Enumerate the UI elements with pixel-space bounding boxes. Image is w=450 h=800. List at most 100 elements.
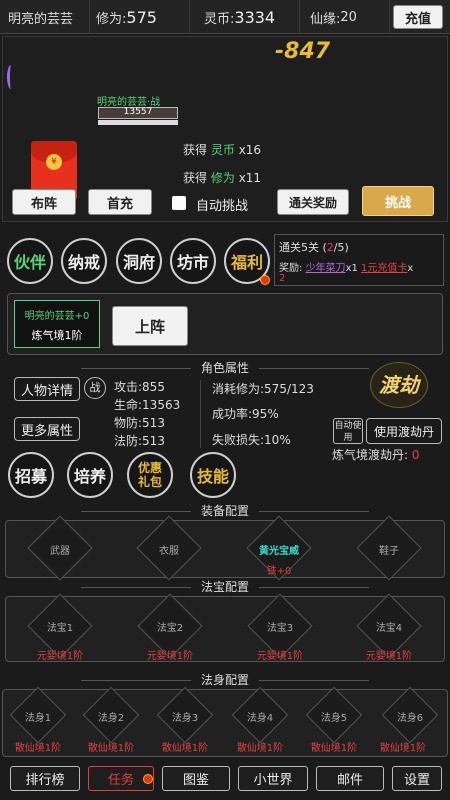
ring-menu-button[interactable]: 纳戒 bbox=[61, 238, 107, 284]
body-slot-label: 法身6 bbox=[396, 713, 424, 724]
deploy-button[interactable]: 上阵 bbox=[112, 306, 188, 346]
small-world-tab[interactable]: 小世界 bbox=[238, 766, 308, 791]
cultivation-value: 575 bbox=[126, 7, 157, 27]
leaderboard-tab[interactable]: 排行榜 bbox=[10, 766, 80, 791]
gift-pack-button[interactable]: 优惠礼包 bbox=[127, 452, 173, 498]
success-rate-stat: 成功率:95% bbox=[212, 407, 279, 421]
coin-stat: 灵币: 3334 bbox=[190, 0, 300, 34]
treasure-requirement: 元婴境1阶 bbox=[36, 651, 84, 662]
magic-def-stat: 法防:513 bbox=[114, 434, 165, 448]
shoes-slot-label: 鞋子 bbox=[379, 546, 399, 557]
treasure-section-title: 法宝配置 bbox=[0, 578, 450, 595]
character-detail-button[interactable]: 人物详情 bbox=[14, 377, 80, 401]
skill-button[interactable]: 技能 bbox=[190, 452, 236, 498]
body-slot-label: 法身4 bbox=[246, 713, 274, 724]
cultivation-label: 修为: bbox=[96, 11, 127, 27]
stat-divider bbox=[200, 380, 201, 448]
mp-bar bbox=[98, 120, 178, 125]
stage-rewards: 奖励: 少年菜刀x1 1元充值卡x bbox=[279, 259, 413, 274]
fate-label: 仙缘: bbox=[310, 11, 341, 27]
tribulation-button[interactable]: 渡劫 bbox=[370, 362, 428, 408]
consume-stat: 消耗修为:575/123 bbox=[212, 382, 314, 396]
codex-tab[interactable]: 图鉴 bbox=[162, 766, 230, 791]
reward-prefix: 获得 bbox=[183, 143, 208, 157]
pill-count: 0 bbox=[411, 448, 420, 462]
auto-challenge-label: 自动挑战 bbox=[196, 199, 249, 214]
quest-notification-dot bbox=[143, 774, 153, 784]
partner-menu-button[interactable]: 伙伴 bbox=[7, 238, 53, 284]
treasure-slot-label: 法宝3 bbox=[266, 623, 294, 634]
damage-number: -847 bbox=[275, 39, 331, 64]
reward-line-cultivation: 获得 修为 x11 bbox=[183, 169, 261, 186]
attack-stat: 攻击:855 bbox=[114, 380, 165, 394]
formation-button[interactable]: 布阵 bbox=[12, 189, 76, 215]
stage-name: 通关5关 bbox=[279, 241, 319, 254]
reward-item: 灵币 bbox=[210, 143, 235, 157]
body-slot-label: 法身3 bbox=[171, 713, 199, 724]
treasure-slot-label: 法宝4 bbox=[375, 623, 403, 634]
life-stat: 生命:13563 bbox=[114, 398, 181, 412]
auto-challenge-checkbox[interactable] bbox=[172, 196, 186, 210]
market-menu-button[interactable]: 坊市 bbox=[170, 238, 216, 284]
body-section-title: 法身配置 bbox=[0, 671, 450, 688]
treasure-requirement: 元婴境1阶 bbox=[365, 651, 413, 662]
body-requirement: 散仙境1阶 bbox=[379, 743, 427, 754]
reward-line-coin: 获得 灵币 x16 bbox=[183, 141, 261, 158]
cave-menu-button[interactable]: 洞府 bbox=[116, 238, 162, 284]
recharge-button[interactable]: 充值 bbox=[393, 5, 443, 29]
slash-effect-icon bbox=[7, 65, 15, 89]
player-name: 明亮的芸芸 bbox=[0, 0, 90, 34]
body-slot-label: 法身5 bbox=[320, 713, 348, 724]
train-button[interactable]: 培养 bbox=[67, 452, 113, 498]
coin-value: 3334 bbox=[234, 7, 276, 27]
player-tag: 明亮的芸芸·战 bbox=[97, 97, 161, 108]
partner-realm: 炼气境1阶 bbox=[31, 329, 83, 342]
treasure-equip-sub: 铁+0 bbox=[266, 566, 292, 577]
reward-prefix: 获得 bbox=[183, 171, 208, 185]
mail-tab[interactable]: 邮件 bbox=[316, 766, 384, 791]
more-attributes-button[interactable]: 更多属性 bbox=[14, 417, 80, 441]
stage-panel: 通关5关 (2/5) 奖励: 少年菜刀x1 1元充值卡x 2 bbox=[274, 234, 444, 286]
treasure-equip-label: 黄光宝威 bbox=[259, 546, 299, 557]
equipment-section-title: 装备配置 bbox=[0, 502, 450, 519]
stage-progress-total: /5) bbox=[333, 241, 349, 254]
fail-loss-stat: 失败损失:10% bbox=[212, 433, 291, 447]
pill-label: 炼气境渡劫丹: bbox=[332, 448, 409, 462]
stage-reward-qty: x1 bbox=[345, 263, 358, 274]
stage-progress-current: 2 bbox=[326, 241, 334, 254]
partner-name: 明亮的芸芸+0 bbox=[24, 311, 90, 322]
challenge-button[interactable]: 挑战 bbox=[362, 186, 434, 216]
hp-bar: 13557 bbox=[98, 107, 178, 119]
treasure-requirement: 元婴境1阶 bbox=[256, 651, 304, 662]
cultivation-stat: 修为: 575 bbox=[90, 0, 190, 34]
settings-tab[interactable]: 设置 bbox=[392, 766, 442, 791]
clear-reward-button[interactable]: 通关奖励 bbox=[277, 189, 349, 215]
auto-use-toggle[interactable]: 自动使用 bbox=[333, 418, 363, 444]
hp-value: 13557 bbox=[123, 107, 153, 117]
stage-reward-qty-2: 2 bbox=[279, 273, 286, 284]
fate-value: 20 bbox=[340, 9, 357, 25]
stage-reward-item[interactable]: 1元充值卡 bbox=[361, 263, 407, 274]
stage-reward-item[interactable]: 少年菜刀 bbox=[306, 263, 346, 274]
battle-badge[interactable]: 战 bbox=[84, 377, 106, 399]
reward-item: 修为 bbox=[210, 171, 235, 185]
stage-title: 通关5关 (2/5) bbox=[279, 239, 349, 255]
clothing-slot-label: 衣服 bbox=[159, 546, 179, 557]
body-slot-label: 法身2 bbox=[97, 713, 125, 724]
treasure-requirement: 元婴境1阶 bbox=[146, 651, 194, 662]
phys-def-stat: 物防:513 bbox=[114, 416, 165, 430]
use-pill-button[interactable]: 使用渡劫丹 bbox=[366, 418, 442, 444]
stage-reward-qty: x bbox=[407, 263, 414, 274]
coin-label: 灵币: bbox=[204, 11, 235, 27]
welfare-notification-dot bbox=[260, 275, 270, 285]
weapon-slot-label: 武器 bbox=[50, 546, 70, 557]
reward-qty: x16 bbox=[238, 143, 262, 157]
fate-stat: 仙缘: 20 bbox=[300, 0, 390, 34]
first-recharge-button[interactable]: 首充 bbox=[88, 189, 152, 215]
treasure-slot-label: 法宝1 bbox=[46, 623, 74, 634]
partner-card[interactable]: 明亮的芸芸+0 炼气境1阶 bbox=[14, 300, 100, 348]
reward-qty: x11 bbox=[238, 171, 262, 185]
top-status-bar: 明亮的芸芸 修为: 575 灵币: 3334 仙缘: 20 充值 bbox=[0, 0, 450, 34]
recruit-button[interactable]: 招募 bbox=[8, 452, 54, 498]
tribulation-pill-count: 炼气境渡劫丹: 0 bbox=[332, 446, 420, 463]
